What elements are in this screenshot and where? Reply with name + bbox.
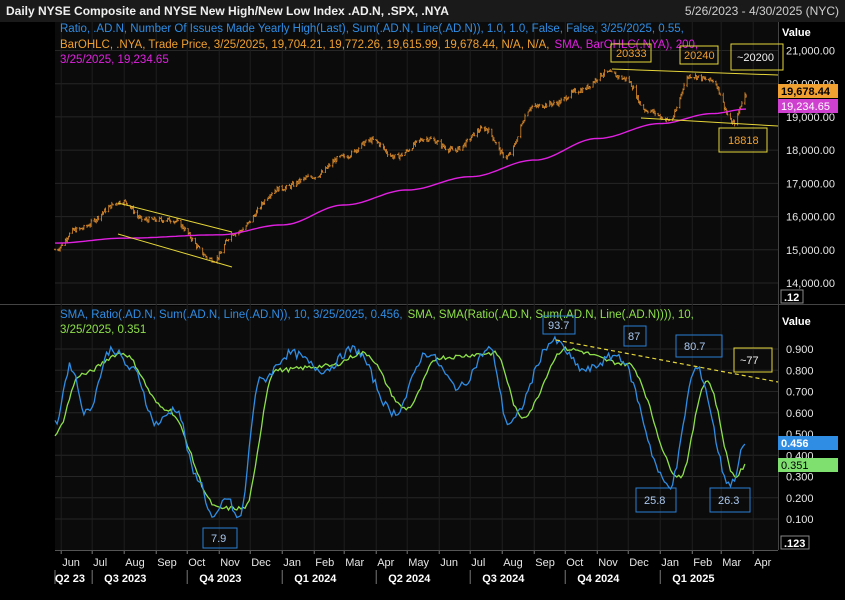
bottom-value-label: Value bbox=[782, 316, 811, 328]
annot-top-18818-text: 18818 bbox=[728, 135, 759, 147]
top-value-label: Value bbox=[782, 27, 811, 39]
green-tag-text: 0.351 bbox=[781, 460, 809, 472]
month-label: Jul bbox=[93, 557, 107, 569]
bottom-y-tick-label: 0.700 bbox=[786, 387, 814, 399]
bottom-y-tick-label: 0.100 bbox=[786, 514, 814, 526]
sma-tag-text: 19,234.65 bbox=[781, 101, 830, 113]
quarter-label: Q3 2024 bbox=[482, 573, 525, 585]
top-y-tick-label: 21,000.00 bbox=[786, 46, 835, 58]
annot-bottom-93-7-text: 93.7 bbox=[548, 320, 569, 332]
top-y-tick-label: 14,000.00 bbox=[786, 278, 835, 290]
month-label: Mar bbox=[345, 557, 364, 569]
month-label: Apr bbox=[377, 557, 394, 569]
legend-ohlc-text: BarOHLC, .NYA, Trade Price, 3/25/2025, 1… bbox=[60, 39, 550, 51]
top-y-tick-label: 19,000.00 bbox=[786, 112, 835, 124]
bottom-y-tick-label: 0.200 bbox=[786, 493, 814, 505]
legend-ratio: Ratio, .AD.N, Number Of Issues Made Year… bbox=[60, 23, 684, 35]
top-y-tick-label: 17,000.00 bbox=[786, 178, 835, 190]
annot-top-20240-text: 20240 bbox=[684, 50, 715, 62]
month-label: Mar bbox=[722, 557, 741, 569]
annot-bottom-25-8-text: 25.8 bbox=[644, 495, 665, 507]
annot-bottom-7-9-text: 7.9 bbox=[211, 533, 226, 545]
quarter-label: Q1 2025 bbox=[672, 573, 714, 585]
annot-bottom-87-text: 87 bbox=[628, 331, 640, 343]
quarter-label: Q2 23 bbox=[55, 573, 85, 585]
month-label: Jul bbox=[471, 557, 485, 569]
bottom-y-tick-label: 0.600 bbox=[786, 408, 814, 420]
legend-bottom-blue-text: SMA, Ratio(.AD.N, Sum(.AD.N, Line(.AD.N)… bbox=[60, 309, 403, 321]
top-scale-text: .12 bbox=[784, 292, 799, 304]
title-bar: Daily NYSE Composite and NYSE New High/N… bbox=[0, 0, 845, 23]
month-label: Aug bbox=[503, 557, 523, 569]
bottom-y-tick-label: 0.300 bbox=[786, 472, 814, 484]
month-label: Jun bbox=[440, 557, 458, 569]
month-label: Oct bbox=[566, 557, 583, 569]
annot-bottom-80-7-text: 80.7 bbox=[684, 341, 705, 353]
month-label: Apr bbox=[754, 557, 771, 569]
top-y-tick-label: 16,000.00 bbox=[786, 212, 835, 224]
chart-title: Daily NYSE Composite and NYSE New High/N… bbox=[6, 4, 449, 18]
annot-bottom-26-3-text: 26.3 bbox=[718, 495, 739, 507]
quarter-label: Q4 2024 bbox=[577, 573, 620, 585]
month-label: Oct bbox=[188, 557, 205, 569]
quarter-label: Q2 2024 bbox=[388, 573, 431, 585]
annot-bottom-77-text: ~77 bbox=[740, 355, 759, 367]
quarter-label: Q1 2024 bbox=[294, 573, 337, 585]
top-y-tick-label: 15,000.00 bbox=[786, 245, 835, 257]
month-label: Nov bbox=[598, 557, 618, 569]
top-y-tick-label: 18,000.00 bbox=[786, 145, 835, 157]
month-label: Nov bbox=[220, 557, 240, 569]
month-label: May bbox=[408, 557, 429, 569]
month-label: Sep bbox=[535, 557, 555, 569]
month-label: Dec bbox=[629, 557, 649, 569]
quarter-label: Q4 2023 bbox=[199, 573, 241, 585]
month-label: Feb bbox=[693, 557, 712, 569]
month-label: Jan bbox=[661, 557, 679, 569]
price-tag-text: 19,678.44 bbox=[781, 86, 831, 98]
chart-svg: Ratio, .AD.N, Number Of Issues Made Year… bbox=[0, 22, 845, 600]
bottom-plot-area bbox=[55, 306, 778, 550]
legend-sma-value: 3/25/2025, 19,234.65 bbox=[60, 54, 169, 66]
bottom-y-tick-label: 0.800 bbox=[786, 365, 814, 377]
bottom-scale-text: .123 bbox=[784, 538, 805, 550]
date-range: 5/26/2023 - 4/30/2025 (NYC) bbox=[684, 4, 839, 18]
annot-top-20333-text: 20333 bbox=[616, 48, 647, 60]
legend-ohlc: BarOHLC, .NYA, Trade Price, 3/25/2025, 1… bbox=[60, 39, 698, 51]
legend-bottom-blue: SMA, Ratio(.AD.N, Sum(.AD.N, Line(.AD.N)… bbox=[60, 309, 694, 321]
quarter-label: Q3 2023 bbox=[104, 573, 146, 585]
month-label: Sep bbox=[157, 557, 177, 569]
month-label: Jun bbox=[62, 557, 80, 569]
month-label: Jan bbox=[283, 557, 301, 569]
bottom-y-tick-label: 0.900 bbox=[786, 344, 814, 356]
legend-bottom-value: 3/25/2025, 0.351 bbox=[60, 324, 146, 336]
month-label: Dec bbox=[251, 557, 271, 569]
month-label: Aug bbox=[125, 557, 145, 569]
annot-top-20200-text: ~20200 bbox=[737, 52, 774, 64]
month-label: Feb bbox=[315, 557, 334, 569]
ratio-tag-text: 0.456 bbox=[781, 438, 809, 450]
